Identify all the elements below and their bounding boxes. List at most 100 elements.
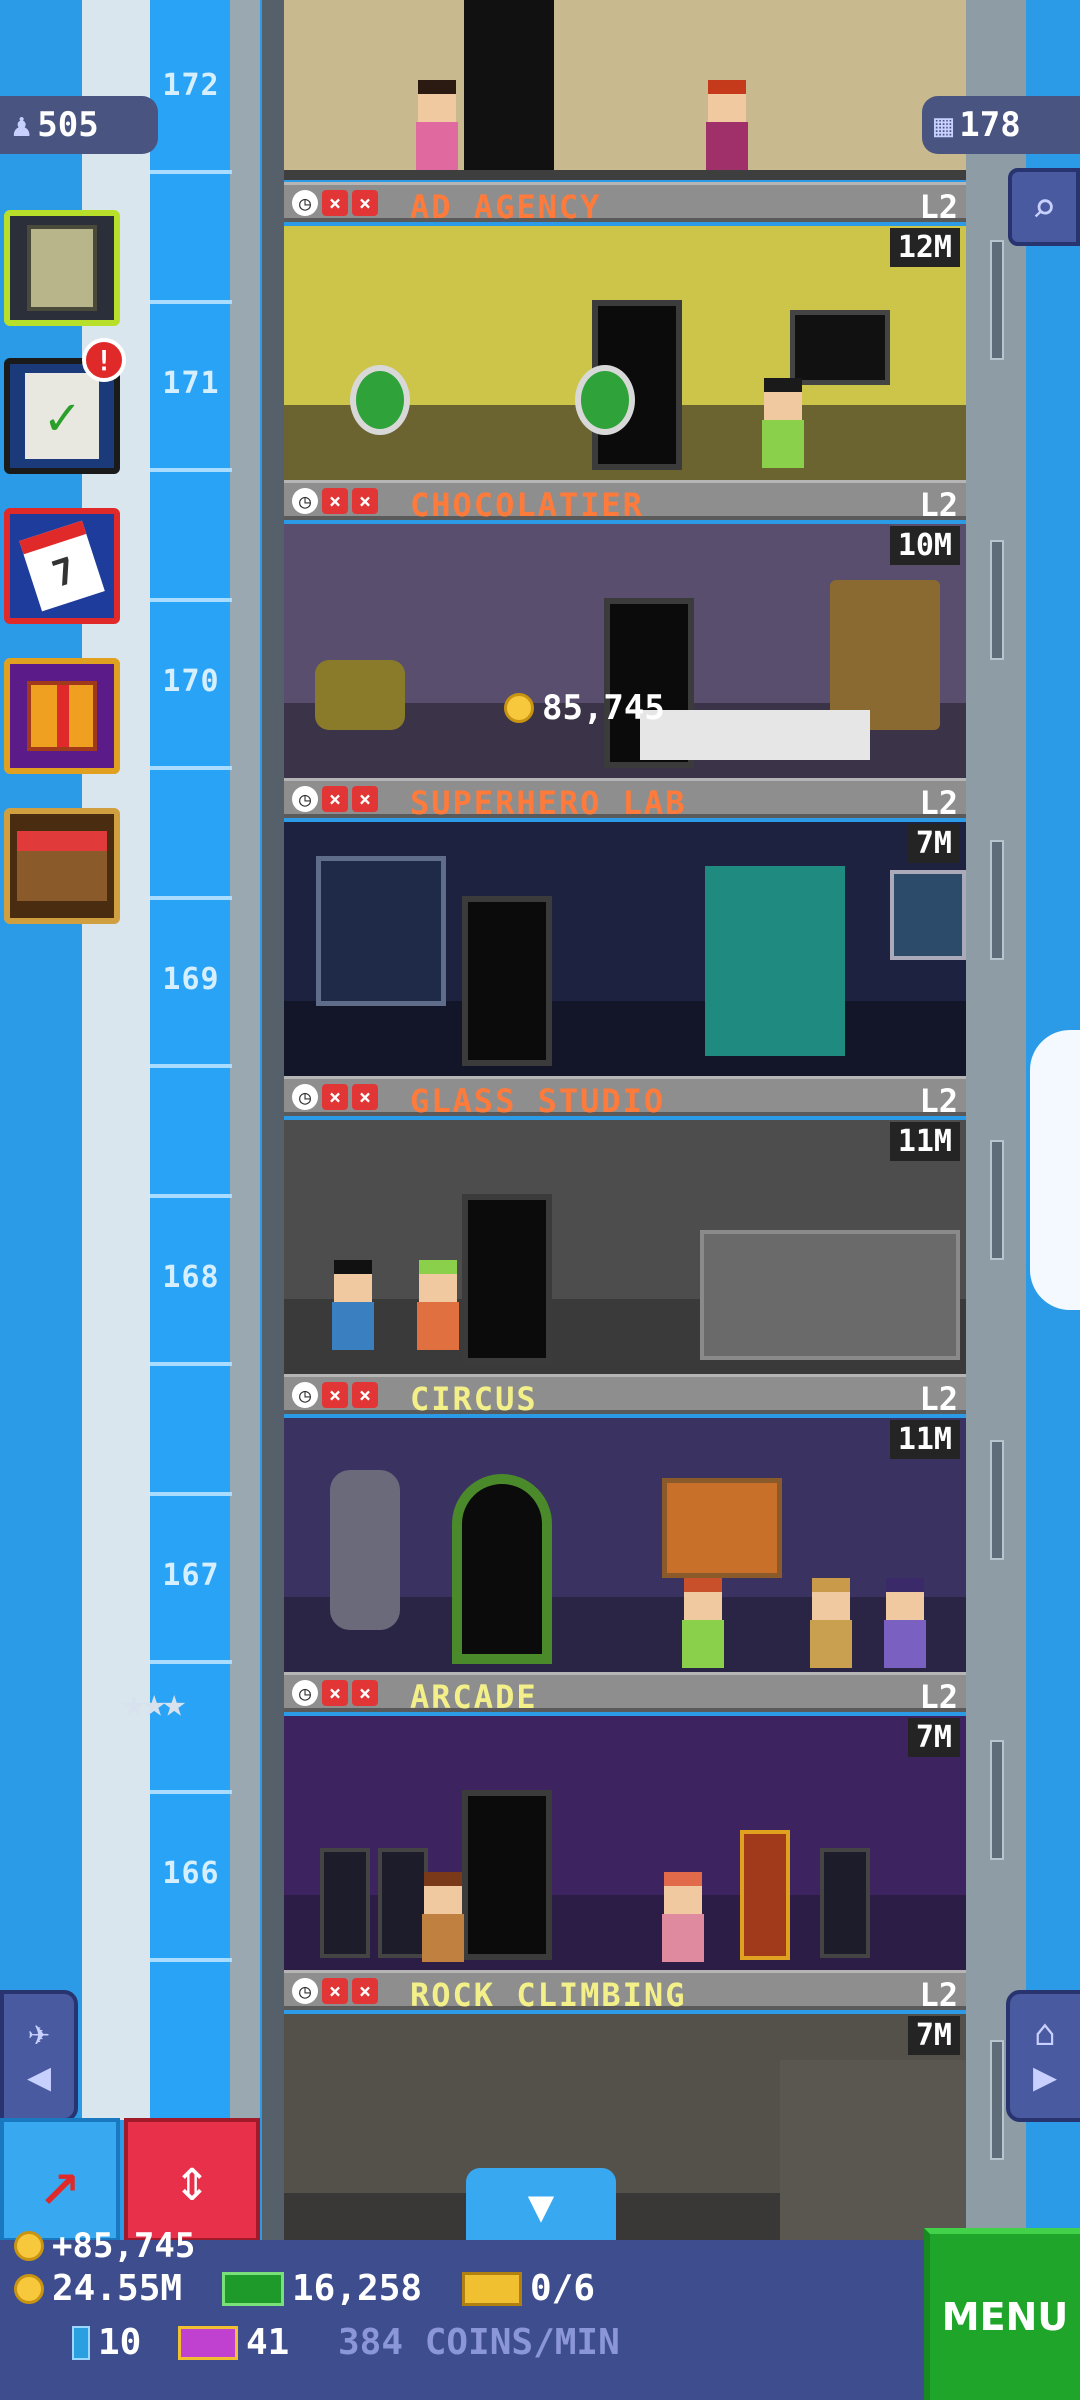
close-icon: × [352, 1382, 378, 1408]
coins-total: 24.55M [14, 2268, 182, 2309]
chocolate-pot [315, 660, 405, 730]
gem-icon [72, 2325, 90, 2360]
bux-icon [222, 2271, 284, 2306]
clock-icon: ◷ [292, 1382, 318, 1408]
floor-stock: 12M [889, 228, 960, 267]
floor-number-172: 172 [162, 68, 220, 103]
door [462, 896, 552, 1066]
coin-icon [14, 2231, 44, 2261]
chevron-right-icon: ▶ [1032, 2053, 1058, 2100]
floor-number-170: 170 [162, 664, 220, 699]
gift-icon [27, 681, 97, 751]
floor-level: L2 [919, 1082, 958, 1120]
build-floors-button[interactable] [4, 210, 120, 326]
floor-number-168: 168 [162, 1260, 220, 1295]
ticket-icon [462, 2271, 522, 2306]
calendar-icon: 7 [19, 520, 105, 612]
floor-name: CIRCUS [410, 1380, 538, 1418]
elephant-statue [330, 1470, 400, 1630]
egg-chair [350, 365, 410, 435]
close-icon: × [352, 1084, 378, 1110]
calendar-button[interactable]: 7 [4, 508, 120, 624]
coins-gain: +85,745 [14, 2226, 195, 2266]
alert-badge: ! [82, 338, 126, 382]
market-stall-icon [17, 831, 107, 901]
floor-name: ROCK CLIMBING [410, 1976, 687, 2014]
roof-nav-button[interactable]: ⌂ ▶ [1006, 1990, 1080, 2122]
floor-name: ARCADE [410, 1678, 538, 1716]
income-rate: 384 COINS/MIN [338, 2322, 620, 2363]
floor-name: AD AGENCY [410, 188, 602, 226]
close-icon: × [352, 1680, 378, 1706]
floor-level: L2 [919, 784, 958, 822]
floor-count-badge[interactable]: ▦ 178 [922, 96, 1080, 154]
arcade-machine [740, 1830, 790, 1960]
blueprint-board [316, 856, 446, 1006]
climbing-wall [780, 2060, 966, 2240]
close-icon: × [322, 786, 348, 812]
close-icon: × [322, 190, 348, 216]
floor-172-room[interactable] [284, 0, 966, 180]
gift-button[interactable] [4, 658, 120, 774]
circus-arch [452, 1474, 552, 1664]
menu-button[interactable]: MENU [924, 2228, 1080, 2400]
close-icon: × [322, 488, 348, 514]
hologram-display [705, 866, 845, 1056]
egg-chair [575, 365, 635, 435]
floor-number-171: 171 [162, 366, 220, 401]
population-badge[interactable]: ♟ 505 [0, 96, 158, 154]
door [462, 1194, 552, 1364]
clock-icon: ◷ [292, 786, 318, 812]
missions-button[interactable]: ✓ ! [4, 338, 126, 474]
door [462, 1790, 552, 1960]
elevator-shaft[interactable] [150, 0, 232, 2120]
glass-shelf [700, 1230, 960, 1360]
clock-icon: ◷ [292, 190, 318, 216]
building-icon [27, 225, 97, 311]
scroll-down-button[interactable]: ▼ [466, 2168, 616, 2244]
up-down-arrows-icon: ⇕ [173, 2145, 211, 2215]
arcade-machine [820, 1848, 870, 1958]
close-icon: × [352, 786, 378, 812]
market-button[interactable] [4, 808, 120, 924]
clock-icon: ◷ [292, 1978, 318, 2004]
close-icon: × [322, 1978, 348, 2004]
monitor [790, 310, 890, 385]
floor-level: L2 [919, 1678, 958, 1716]
lobby-nav-button[interactable]: ✈ ◀ [0, 1990, 78, 2122]
floor-name: CHOCOLATIER [410, 486, 644, 524]
build-raise-button[interactable]: ↗ [0, 2118, 120, 2242]
elevator-person-icon: ✈ [28, 2012, 50, 2054]
floor-stock: 7M [907, 824, 960, 863]
floor-level: L2 [919, 188, 958, 226]
coin-icon [14, 2273, 44, 2304]
floor-stock: 11M [889, 1420, 960, 1459]
star-rating: ★★★ [122, 1680, 186, 1726]
floor-stock: 7M [907, 1718, 960, 1757]
building-left-wall [262, 0, 284, 2240]
floor-level: L2 [919, 1976, 958, 2014]
floor-stock: 7M [907, 2016, 960, 2055]
bux-total: 16,258 [222, 2268, 422, 2309]
vip-tickets: 41 [178, 2322, 289, 2363]
coin-icon [504, 693, 534, 723]
vip-icon [178, 2325, 238, 2360]
arcade-machine [320, 1848, 370, 1958]
floor-stock: 11M [889, 1122, 960, 1161]
search-icon[interactable]: ⌕ [1008, 168, 1080, 246]
clock-icon: ◷ [292, 488, 318, 514]
close-icon: × [352, 190, 378, 216]
counter [640, 710, 870, 760]
clock-icon: ◷ [292, 1680, 318, 1706]
checklist-icon: ✓ [25, 373, 99, 459]
floor-level: L2 [919, 1380, 958, 1418]
home-icon: ⌂ [1034, 2012, 1056, 2054]
tickets: 0/6 [462, 2268, 595, 2309]
person-icon: ♟ [12, 106, 32, 144]
elevator-toggle-button[interactable]: ⇕ [124, 2118, 260, 2242]
floor-name: SUPERHERO LAB [410, 784, 687, 822]
clock-icon: ◷ [292, 1084, 318, 1110]
gems: 10 [72, 2322, 141, 2363]
floor-number-166: 166 [162, 1856, 220, 1891]
chevron-down-icon: ▼ [527, 2180, 555, 2232]
